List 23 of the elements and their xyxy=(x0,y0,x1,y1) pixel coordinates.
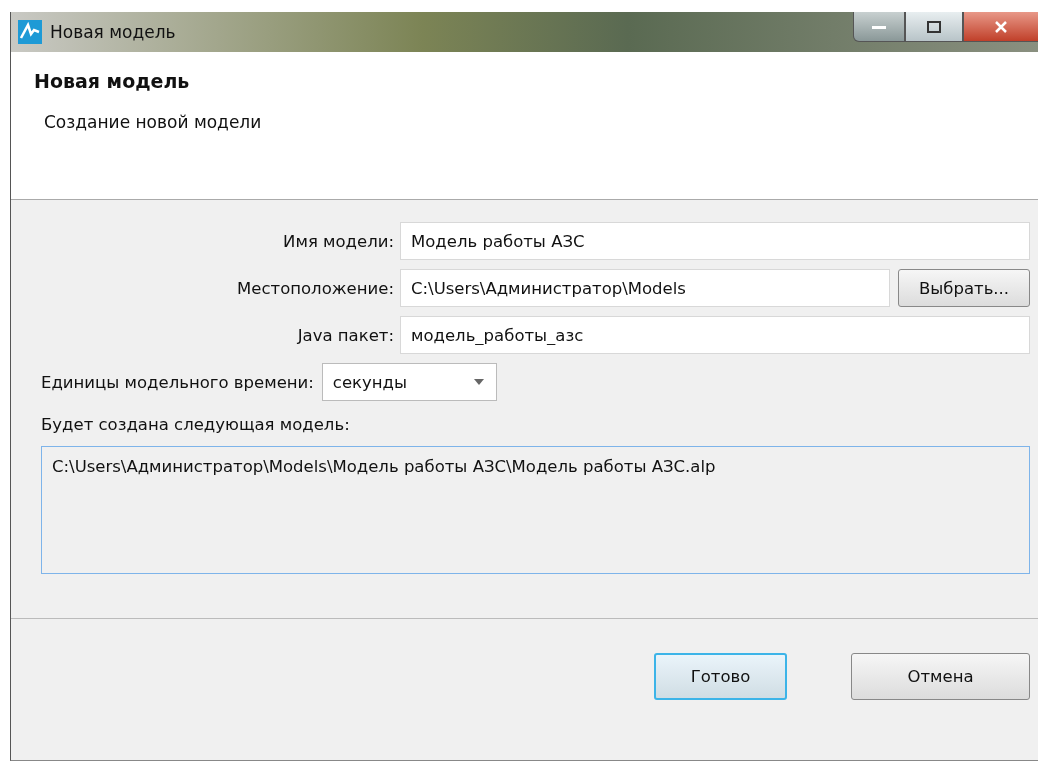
field-label: Java пакет: xyxy=(296,325,394,345)
field-label: Местоположение: xyxy=(236,278,394,298)
input-field[interactable]: C:\Users\Администратор\Models xyxy=(400,269,890,307)
close-button[interactable] xyxy=(963,12,1038,42)
input-field[interactable]: Модель работы АЗС xyxy=(400,222,1030,260)
browse-button[interactable]: Выбрать... xyxy=(898,269,1030,307)
dialog-button[interactable]: Отмена xyxy=(851,653,1030,700)
field-label: Имя модели: xyxy=(282,231,394,251)
minimize-button[interactable] xyxy=(853,12,905,42)
units-dropdown[interactable]: секунды xyxy=(321,363,497,401)
maximize-icon xyxy=(927,20,941,33)
header-title: Новая модель xyxy=(34,70,191,92)
input-field[interactable]: модель_работы_азс xyxy=(400,316,1030,354)
maximize-button[interactable] xyxy=(905,12,963,42)
header-subtitle: Создание новой модели xyxy=(44,112,263,132)
dialog-button[interactable]: Готово xyxy=(654,653,787,700)
result-label: Будет создана следующая модель: xyxy=(41,415,351,434)
result-path: C:\Users\Администратор\Models\Модель работы АЗС\Модель работы АЗС.alp xyxy=(52,457,716,476)
window-title: Новая модель xyxy=(50,22,176,42)
app-logo-icon xyxy=(18,20,42,44)
caret-icon xyxy=(473,379,484,385)
close-icon xyxy=(994,20,1008,33)
field-label: Единицы модельного времени: xyxy=(41,372,314,392)
